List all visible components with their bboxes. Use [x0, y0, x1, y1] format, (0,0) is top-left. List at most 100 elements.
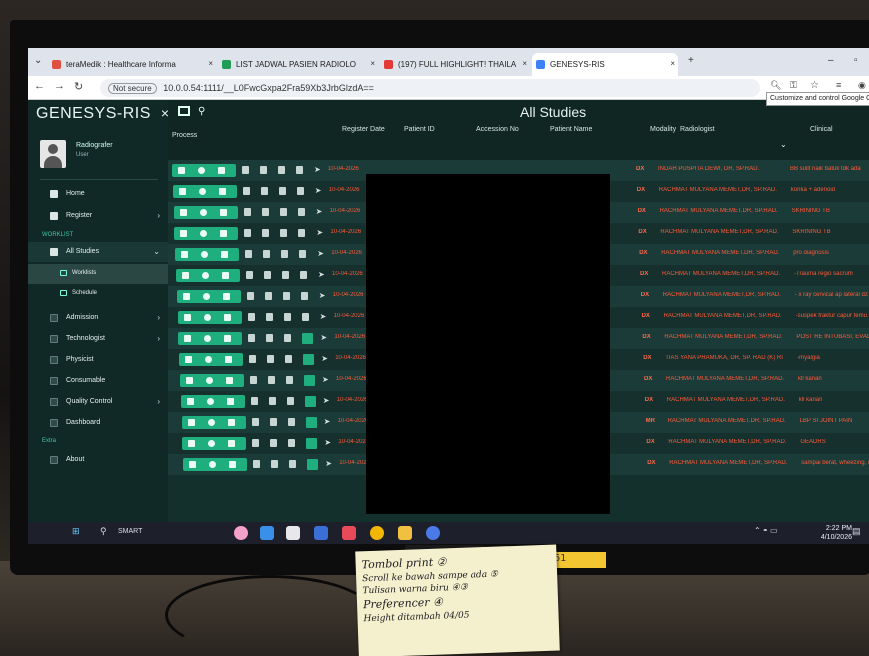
forward-icon[interactable]: →	[54, 80, 65, 92]
sidebar-item-admission[interactable]: Admission ›	[28, 308, 168, 328]
file-icon[interactable]	[286, 526, 300, 540]
settings-icon[interactable]	[253, 460, 261, 468]
checkbox-icon[interactable]	[299, 250, 307, 258]
tab-youtube[interactable]: (197) FULL HIGHLIGHT! THAILA ×	[380, 53, 530, 76]
view-icon[interactable]	[199, 209, 207, 216]
send-icon[interactable]: ➤	[319, 291, 326, 300]
settings-icon[interactable]	[249, 355, 257, 363]
close-icon[interactable]: ×	[208, 59, 213, 68]
back-icon[interactable]: ←	[34, 80, 45, 92]
row-action-buttons[interactable]	[181, 416, 246, 429]
document-icon[interactable]	[264, 292, 272, 300]
send-icon[interactable]: ➤	[318, 270, 325, 279]
column-header-accession-no[interactable]: Accession No	[476, 126, 519, 133]
recycle-icon[interactable]	[286, 376, 293, 384]
view-icon[interactable]	[202, 272, 209, 279]
row-action-buttons[interactable]	[172, 164, 236, 177]
recycle-icon[interactable]	[282, 292, 290, 300]
recycle-icon[interactable]	[278, 187, 286, 195]
send-icon[interactable]: ➤	[315, 186, 322, 195]
settings-icon[interactable]	[251, 418, 259, 426]
row-action-buttons[interactable]	[177, 311, 242, 324]
document-icon[interactable]	[267, 355, 275, 363]
close-icon[interactable]: ×	[670, 59, 675, 68]
view-icon[interactable]	[209, 461, 217, 468]
column-header-register-date[interactable]: Register Date	[342, 126, 385, 133]
row-action-buttons[interactable]	[176, 269, 240, 282]
url-field[interactable]: Not secure 10.0.0.54:1111/__L0FwcGxpa2Fr…	[100, 79, 760, 97]
tray-icons[interactable]: ⌃ ◓ ▭	[754, 526, 778, 535]
sidebar-item-physicist[interactable]: Physicist	[28, 350, 168, 370]
recycle-icon[interactable]	[278, 166, 285, 174]
user-icon[interactable]	[227, 419, 235, 426]
checkbox-icon[interactable]	[304, 375, 315, 386]
send-icon[interactable]: ➤	[325, 459, 332, 468]
view-icon[interactable]	[201, 251, 209, 258]
sidebar-item-all-studies[interactable]: All Studies ⌄	[28, 242, 168, 262]
view-icon[interactable]	[205, 356, 213, 363]
user-icon[interactable]	[218, 188, 226, 195]
document-icon[interactable]	[263, 250, 271, 258]
checkbox-icon[interactable]	[300, 292, 308, 300]
settings-icon[interactable]	[248, 334, 256, 342]
windows-start-icon[interactable]: ⊞	[72, 526, 80, 537]
column-header-patient-id[interactable]: Patient ID	[404, 126, 435, 133]
report-icon[interactable]	[181, 251, 189, 258]
sidebar-item-consumable[interactable]: Consumable	[28, 371, 168, 391]
settings-icon[interactable]	[247, 313, 255, 321]
report-icon[interactable]	[179, 209, 187, 216]
notification-icon[interactable]: ▤	[852, 526, 861, 537]
close-icon[interactable]: ×	[370, 59, 375, 68]
document-icon[interactable]	[265, 313, 273, 321]
bookmark-star-icon[interactable]: ☆	[810, 80, 819, 91]
user-icon[interactable]	[229, 461, 237, 468]
close-icon[interactable]: ×	[522, 59, 527, 68]
recycle-icon[interactable]	[286, 397, 294, 405]
view-icon[interactable]	[203, 314, 211, 321]
send-icon[interactable]: ➤	[316, 228, 323, 237]
checkbox-icon[interactable]	[302, 333, 314, 344]
column-header-modality[interactable]: Modality	[650, 126, 676, 133]
user-icon[interactable]	[221, 251, 229, 258]
view-icon[interactable]	[206, 377, 213, 384]
recycle-icon[interactable]	[289, 460, 297, 468]
document-icon[interactable]	[270, 439, 278, 447]
recycle-icon[interactable]	[285, 355, 293, 363]
checkbox-icon[interactable]	[300, 271, 307, 279]
report-icon[interactable]	[180, 230, 188, 237]
settings-icon[interactable]	[244, 229, 252, 237]
app-icon[interactable]	[314, 526, 328, 540]
reload-icon[interactable]: ↻	[74, 80, 83, 93]
user-icon[interactable]	[226, 377, 233, 384]
recycle-icon[interactable]	[288, 439, 296, 447]
settings-icon[interactable]	[246, 271, 253, 279]
tab-genesys[interactable]: GENESYS-RIS ×	[532, 53, 678, 76]
view-icon[interactable]	[207, 419, 215, 426]
report-icon[interactable]	[189, 461, 197, 468]
view-icon[interactable]	[200, 230, 208, 237]
send-icon[interactable]: ➤	[321, 354, 328, 363]
recycle-icon[interactable]	[279, 208, 287, 216]
row-action-buttons[interactable]	[173, 206, 238, 219]
user-icon[interactable]	[226, 398, 234, 405]
zoom-icon[interactable]: 🔍︎	[770, 80, 781, 91]
send-icon[interactable]: ➤	[314, 165, 321, 174]
recycle-icon[interactable]	[282, 271, 289, 279]
password-icon[interactable]: ⚿	[790, 80, 797, 91]
user-icon[interactable]	[222, 272, 229, 279]
app-icon[interactable]	[260, 526, 274, 540]
row-action-buttons[interactable]	[180, 374, 244, 387]
recycle-icon[interactable]	[280, 229, 288, 237]
row-action-buttons[interactable]	[182, 437, 247, 450]
checkbox-icon[interactable]	[296, 187, 304, 195]
report-icon[interactable]	[178, 167, 185, 174]
view-icon[interactable]	[198, 188, 206, 195]
document-icon[interactable]	[262, 229, 270, 237]
settings-icon[interactable]	[250, 397, 258, 405]
recycle-icon[interactable]	[284, 334, 292, 342]
recycle-icon[interactable]	[287, 418, 295, 426]
user-icon[interactable]	[220, 230, 228, 237]
send-icon[interactable]: ➤	[324, 438, 331, 447]
settings-icon[interactable]	[245, 250, 253, 258]
recycle-icon[interactable]	[281, 250, 289, 258]
